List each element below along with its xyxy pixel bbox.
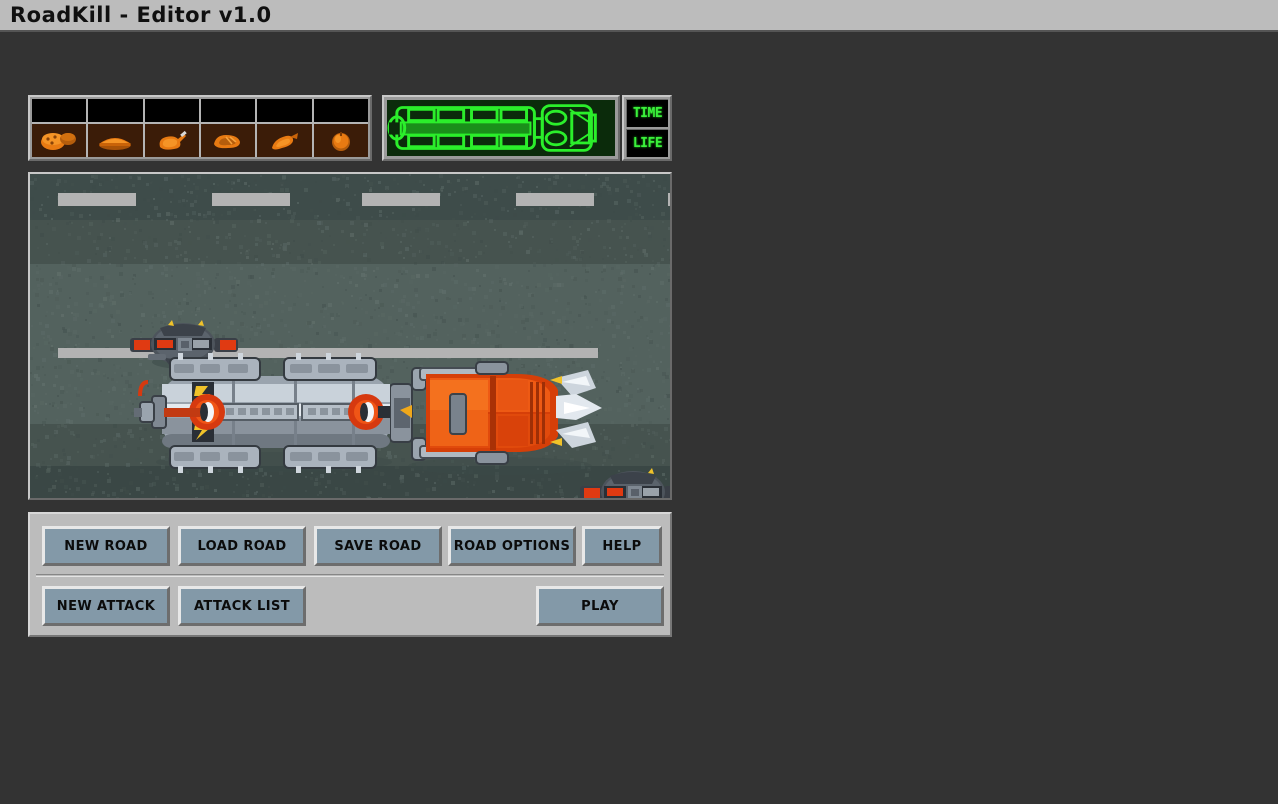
slot-food-area [144,122,199,157]
new-road-button[interactable]: NEW ROAD [42,526,170,566]
vehicle-schematic[interactable] [382,95,620,161]
load-road-button[interactable]: LOAD ROAD [178,526,306,566]
new-attack-button[interactable]: NEW ATTACK [42,586,170,626]
inventory-slot-3[interactable] [144,99,201,157]
window-title: RoadKill - Editor v1.0 [10,3,272,27]
carrot-food-icon [257,124,311,157]
hud-strip: TIME LIFE [28,94,672,164]
vehicle-sprites [30,174,670,498]
slot-food-area [32,122,87,157]
apple-food-icon [314,124,368,157]
slot-counter-area [32,99,87,123]
slot-food-area [313,122,368,157]
truck-cab[interactable] [390,350,604,476]
item-inventory[interactable] [28,95,372,161]
slot-food-area [88,122,143,157]
editor-window: TIME LIFE NEW ROAD LOAD ROAD SAVE ROAD R… [28,94,672,637]
inventory-slot-2[interactable] [88,99,145,157]
slot-counter-area [257,99,312,123]
inventory-slot-5[interactable] [257,99,314,157]
burger-food-icon [32,124,86,157]
slot-counter-area [200,99,256,123]
attack-list-button[interactable]: ATTACK LIST [178,586,306,626]
inventory-slots [32,99,368,157]
slot-counter-area [88,99,143,123]
desktop-background: TIME LIFE NEW ROAD LOAD ROAD SAVE ROAD R… [0,34,1278,804]
slot-food-area [200,122,256,157]
window-titlebar: RoadKill - Editor v1.0 [0,0,1278,32]
schematic-wireframe-icon [387,100,615,156]
help-button[interactable]: HELP [582,526,662,566]
road-button-row: NEW ROAD LOAD ROAD SAVE ROAD ROAD OPTION… [36,520,664,572]
editor-toolbar: NEW ROAD LOAD ROAD SAVE ROAD ROAD OPTION… [28,512,672,637]
life-meter-label: LIFE [632,136,663,151]
time-meter: TIME [626,99,668,127]
steak-food-icon [201,124,255,157]
tanker-trailer[interactable] [134,352,400,474]
enemy-bike-lower[interactable] [574,462,670,498]
toolbar-divider [36,574,664,577]
slot-counter-area [144,99,199,123]
play-button[interactable]: PLAY [536,586,664,626]
road-options-button[interactable]: ROAD OPTIONS [448,526,576,566]
schematic-display [387,100,615,156]
road-preview-frame [28,172,672,500]
inventory-slot-6[interactable] [313,99,368,157]
drumstick-food-icon [145,124,199,157]
slot-counter-area [313,99,368,123]
attack-button-row: NEW ATTACK ATTACK LIST PLAY [36,580,664,632]
slot-food-area [257,122,312,157]
life-meter: LIFE [626,129,668,157]
inventory-slot-4[interactable] [200,99,258,157]
inventory-slot-1[interactable] [32,99,89,157]
save-road-button[interactable]: SAVE ROAD [314,526,442,566]
time-meter-label: TIME [632,106,663,121]
road-preview[interactable] [30,174,670,498]
status-meters: TIME LIFE [622,95,672,161]
pie-food-icon [88,124,142,157]
